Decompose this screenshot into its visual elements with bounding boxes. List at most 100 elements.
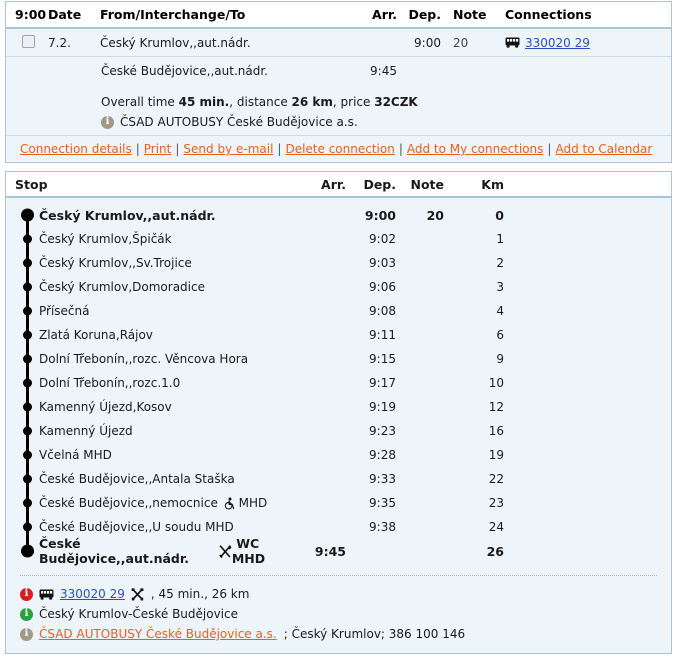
- stop-name-cell: Kamenný Újezd,Kosov: [6, 400, 290, 414]
- summary-mid2: , price: [332, 95, 375, 109]
- connection-carrier: i ČSAD AUTOBUSY České Budějovice a.s.: [6, 113, 671, 129]
- connection-from-departure: 9:00: [414, 35, 441, 50]
- header-time: 9:00: [15, 7, 47, 22]
- stop-name-cell: Přísečná: [6, 304, 290, 318]
- info-icon: i: [20, 627, 33, 641]
- stop-km: 12: [488, 400, 504, 414]
- connection-to-stop: České Budějovice,,aut.nádr.: [101, 63, 268, 78]
- footer-note-text: , 45 min., 26 km: [150, 587, 250, 601]
- stop-arrival: 9:45: [314, 543, 346, 559]
- route-terminus-dot: [21, 208, 34, 222]
- connection-summary: Overall time 45 min., distance 26 km, pr…: [6, 84, 671, 113]
- stop-row: Kamenný Újezd 9:23 16: [6, 419, 671, 443]
- stop-row: Včelná MHD 9:28 19: [6, 443, 671, 467]
- select-connection-checkbox[interactable]: [22, 34, 35, 48]
- connection-from-stop: Český Krumlov,,aut.nádr.: [100, 35, 251, 50]
- route-stop-dot: [23, 282, 32, 292]
- stop-name-cell: České Budějovice,,aut.nádr. WC MHD: [6, 536, 290, 566]
- wheelchair-icon: [223, 497, 235, 510]
- route-stop-dot: [23, 498, 32, 508]
- stop-departure: 9:00: [364, 207, 396, 223]
- header-stop-note: Note: [410, 176, 444, 192]
- stop-row: Kamenný Újezd,Kosov 9:19 12: [6, 395, 671, 419]
- connection-row-to: České Budějovice,,aut.nádr. 9:45: [6, 57, 671, 84]
- stop-note: 20: [426, 207, 444, 223]
- summary-price: 32CZK: [374, 95, 418, 109]
- footer-carrier-link[interactable]: ČSAD AUTOBUSY České Budějovice a.s.: [39, 627, 277, 641]
- link-separator: |: [547, 142, 552, 156]
- header-departure: Dep.: [408, 7, 441, 22]
- footer-line-link[interactable]: 330020 29: [60, 587, 125, 601]
- stop-km: 6: [496, 328, 504, 342]
- stop-row: České Budějovice,,nemocnice MHD 9:35 23: [6, 491, 671, 515]
- print-link[interactable]: Print: [144, 142, 172, 156]
- stop-name-cell: České Budějovice,,nemocnice MHD: [6, 496, 290, 510]
- info-icon: i: [20, 587, 33, 601]
- route-stop-dot: [23, 378, 32, 388]
- connection-note: 20: [453, 35, 469, 50]
- route-terminus-dot: [21, 544, 34, 558]
- connection-details-link[interactable]: Connection details: [20, 142, 132, 156]
- stop-name: Český Krumlov,,aut.nádr.: [39, 207, 216, 223]
- info-icon: i: [101, 115, 114, 129]
- connection-line-link[interactable]: 330020 29: [525, 36, 590, 50]
- route-stop-dot: [23, 306, 32, 316]
- stop-name: Přísečná: [39, 304, 90, 318]
- stop-row: Zlatá Koruna,Rájov 9:11 6: [6, 323, 671, 347]
- stops-list: Český Krumlov,,aut.nádr. 9:00 20 0 Český Kru…: [6, 198, 671, 567]
- restaurant-icon: [219, 544, 232, 558]
- bus-icon: [505, 37, 520, 48]
- stops-panel: Stop Arr. Dep. Note Km Český Krumlov,,au…: [5, 171, 672, 654]
- stops-table-header: Stop Arr. Dep. Note Km: [6, 172, 671, 198]
- stop-name-cell: Dolní Třebonín,,rozc. Věncova Hora: [6, 352, 290, 366]
- stop-name-cell: Kamenný Újezd: [6, 424, 290, 438]
- header-stop: Stop: [15, 176, 48, 192]
- stop-name-cell: České Budějovice,,Antala Staška: [6, 472, 290, 486]
- header-note: Note: [453, 7, 487, 22]
- stop-departure: 9:17: [369, 376, 396, 390]
- add-to-calendar-link[interactable]: Add to Calendar: [555, 142, 652, 156]
- stop-name: České Budějovice,,nemocnice: [39, 496, 218, 510]
- route-stop-dot: [23, 258, 32, 268]
- stop-departure: 9:08: [369, 304, 396, 318]
- add-to-my-connections-link[interactable]: Add to My connections: [407, 142, 544, 156]
- header-date: Date: [48, 7, 82, 22]
- route-stop-dot: [23, 354, 32, 364]
- route-stop-dot: [23, 474, 32, 484]
- stop-name-cell: Český Krumlov,Špičák: [6, 232, 290, 246]
- summary-distance: 26 km: [291, 95, 333, 109]
- footer-note-text: Český Krumlov-České Budějovice: [39, 607, 238, 621]
- stop-row: Český Krumlov,Domoradice 9:06 3: [6, 275, 671, 299]
- route-stop-dot: [23, 234, 32, 244]
- stop-name: Včelná MHD: [39, 448, 112, 462]
- header-stop-departure: Dep.: [363, 176, 396, 192]
- summary-prefix: Overall time: [101, 95, 179, 109]
- connection-table-header: 9:00 Date From/Interchange/To Arr. Dep. …: [6, 2, 671, 29]
- stop-km: 10: [488, 376, 504, 390]
- route-stop-dot: [23, 402, 32, 412]
- stop-km: 9: [496, 352, 504, 366]
- stop-row: Přísečná 9:08 4: [6, 299, 671, 323]
- stops-footer-notes: i 330020 29 , 45 min., 26 km i Český Krumlov…: [20, 575, 657, 653]
- footer-note-line: i Český Krumlov-České Budějovice: [20, 604, 657, 624]
- send-by-email-link[interactable]: Send by e-mail: [183, 142, 273, 156]
- info-icon: i: [20, 607, 33, 621]
- delete-connection-link[interactable]: Delete connection: [285, 142, 394, 156]
- works-icon: [131, 587, 144, 601]
- stop-km: 23: [488, 496, 504, 510]
- link-separator: |: [398, 142, 403, 156]
- stop-row: Český Krumlov,,Sv.Trojice 9:03 2: [6, 251, 671, 275]
- summary-time: 45 min.: [178, 95, 230, 109]
- connection-date: 7.2.: [48, 35, 71, 50]
- stop-row: České Budějovice,,aut.nádr. WC MHD 9:45 26: [6, 536, 671, 566]
- stop-name-suffix: MHD: [234, 496, 268, 510]
- connection-to-arrival: 9:45: [370, 63, 397, 78]
- connection-panel: 9:00 Date From/Interchange/To Arr. Dep. …: [5, 1, 672, 163]
- stop-departure: 9:33: [369, 472, 396, 486]
- stop-name: Český Krumlov,Špičák: [39, 232, 172, 246]
- stop-km: 24: [488, 520, 504, 534]
- stop-name: Dolní Třebonín,,rozc.1.0: [39, 376, 181, 390]
- route-stop-dot: [23, 330, 32, 340]
- stop-name: Český Krumlov,Domoradice: [39, 280, 205, 294]
- select-connection-checkbox-cell: [6, 34, 48, 51]
